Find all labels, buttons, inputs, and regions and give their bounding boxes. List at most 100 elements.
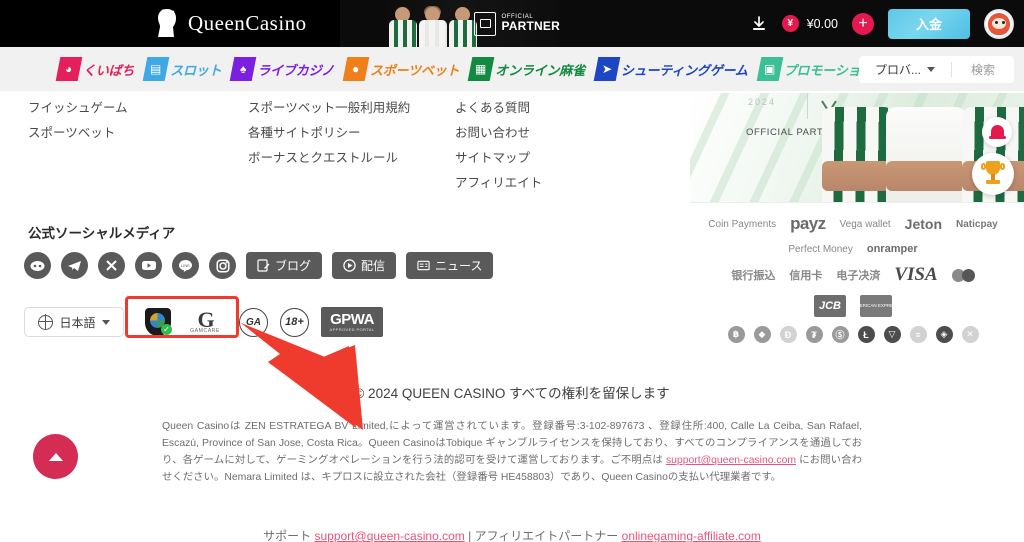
promo-date: 2024 — [748, 97, 777, 107]
support-line: サポート support@queen-casino.com | アフィリエイトパ… — [0, 527, 1024, 542]
kuibachi-icon: ◕ — [55, 57, 83, 81]
age-18-plus-icon[interactable]: 18+ — [280, 307, 309, 337]
support-email-link[interactable]: support@queen-casino.com — [314, 529, 464, 542]
nav-search-group: プロバ... 検索 — [859, 56, 1014, 83]
payment-methods: Coin Payments payz Vega wallet Jeton Nat… — [688, 214, 1018, 343]
player-1 — [389, 6, 417, 47]
credit-card-logo: 信用卡 — [789, 270, 823, 282]
language-and-certs-row: 日本語 ✓ G GAMCARE GA 18+ GPWA APPROVED POR… — [24, 302, 392, 342]
search-input[interactable]: 検索 — [952, 61, 1014, 78]
visa-logo: VISA — [894, 264, 938, 285]
telegram-icon[interactable] — [61, 252, 88, 279]
news-button-label: ニュース — [435, 259, 483, 273]
slot-machine-icon: ▤ — [142, 57, 170, 81]
news-button[interactable]: ニュース — [406, 252, 494, 279]
add-funds-button[interactable]: + — [852, 12, 874, 35]
page-root: QueenCasino OFFICIAL PARTNER ¥ ¥0.00 + 入… — [0, 0, 1024, 542]
blog-button[interactable]: ブログ — [246, 252, 323, 279]
balance-display[interactable]: ¥ ¥0.00 — [781, 15, 838, 32]
nav-item-shooting-game[interactable]: ➤ シューティングゲーム — [593, 57, 748, 81]
nav-label: スロット — [170, 62, 222, 78]
footer-link[interactable]: サイトマップ — [455, 146, 542, 171]
nav-item-online-mahjong[interactable]: ▦ オンライン麻雀 — [467, 57, 585, 81]
download-icon[interactable] — [750, 15, 768, 33]
gaming-curacao-shield-icon[interactable]: ✓ — [145, 308, 172, 336]
footer-link[interactable]: アフィリエイト — [455, 171, 542, 196]
ripple-icon: ✕ — [961, 326, 979, 343]
footer-link[interactable]: 各種サイトポリシー — [248, 121, 410, 146]
jeton-logo: Jeton — [904, 216, 943, 232]
nav-label: ライブカジノ — [257, 62, 334, 78]
footer-column-1: フイッシュゲーム スポーツベット — [28, 96, 128, 146]
player-3 — [449, 6, 477, 47]
payz-logo: payz — [790, 214, 826, 233]
logo-wordmark: QueenCasino — [188, 11, 307, 36]
nav-label: シューティングゲーム — [620, 62, 748, 78]
provider-select[interactable]: プロバ... — [859, 61, 951, 78]
x-twitter-icon[interactable] — [98, 252, 125, 279]
partner-partner-label: PARTNER — [501, 19, 560, 34]
bitcoin-icon: ฿ — [727, 326, 745, 343]
borussia-crest: OFFICIAL PARTNER — [474, 11, 560, 36]
broadcast-icon — [343, 259, 356, 272]
gambling-therapy-icon[interactable]: GA — [239, 307, 268, 337]
header-actions: ¥ ¥0.00 + 入金 — [750, 0, 1014, 47]
dogecoin-icon: Ð — [779, 326, 797, 343]
social-icons-row: LINE ブログ 配信 ニュース — [24, 252, 494, 279]
bank-transfer-logo: 银行振込 — [731, 270, 776, 282]
payment-row-1: Coin Payments payz Vega wallet Jeton Nat… — [688, 214, 1018, 234]
nav-item-slots[interactable]: ▤ スロット — [142, 57, 222, 81]
broadcast-button[interactable]: 配信 — [332, 252, 397, 279]
ethereum-icon: ◆ — [753, 326, 771, 343]
gpwa-badge-icon[interactable]: GPWA APPROVED PORTAL — [321, 307, 383, 337]
affiliate-link[interactable]: onlinegaming-affiliate.com — [622, 529, 761, 542]
trophy-button[interactable] — [972, 153, 1014, 195]
support-separator: | アフィリエイトパートナー — [464, 529, 622, 542]
onramper-logo: onramper — [866, 243, 918, 255]
legal-support-email-link[interactable]: support@queen-casino.com — [666, 455, 796, 466]
soccer-ball-icon: ● — [342, 57, 370, 81]
player-2 — [419, 6, 447, 47]
bell-icon — [988, 125, 1006, 139]
gamcare-text: GAMCARE — [190, 327, 220, 334]
footer-link[interactable]: スポーツベット一般利用規約 — [248, 96, 410, 121]
club-crest-icon — [474, 11, 497, 36]
youtube-icon[interactable] — [135, 252, 162, 279]
line-icon[interactable]: LINE — [172, 252, 199, 279]
site-logo[interactable]: QueenCasino — [154, 8, 307, 38]
avatar[interactable] — [984, 8, 1014, 39]
promo-banner[interactable]: 2024 OFFICIAL PARTNER — [690, 93, 1024, 203]
notification-bell-button[interactable] — [982, 117, 1012, 147]
footer-link[interactable]: よくある質問 — [455, 96, 542, 121]
news-icon — [417, 260, 430, 271]
instagram-icon[interactable] — [209, 252, 236, 279]
footer-link[interactable]: ボーナスとクエストルール — [248, 146, 410, 171]
trophy-icon — [981, 161, 1005, 187]
blog-button-label: ブログ — [275, 259, 312, 273]
nav-item-sports-bet[interactable]: ● スポーツベット — [342, 57, 460, 81]
social-section-title: 公式ソーシャルメディア — [28, 226, 176, 241]
nav-label: スポーツベット — [369, 62, 460, 78]
globe-icon — [38, 314, 54, 330]
gamcare-logo-icon[interactable]: G GAMCARE — [183, 308, 227, 334]
scroll-to-top-icon — [48, 452, 63, 461]
footer-column-3: よくある質問 お問い合わせ サイトマップ アフィリエイト — [455, 96, 542, 196]
footer-link-columns: フイッシュゲーム スポーツベット スポーツベット一般利用規約 各種サイトポリシー… — [0, 96, 690, 200]
footer-link[interactable]: スポーツベット — [28, 121, 128, 146]
spade-icon: ♠ — [230, 57, 257, 81]
svg-text:LINE: LINE — [181, 263, 190, 268]
payment-row-3: 银行振込 信用卡 电子决済 VISA — [688, 264, 1018, 286]
deposit-button[interactable]: 入金 — [888, 8, 970, 39]
official-partner-banner: OFFICIAL PARTNER — [385, 0, 560, 47]
vega-wallet-logo: Vega wallet — [839, 218, 891, 230]
discord-icon[interactable] — [24, 252, 51, 279]
nav-item-kuibachi[interactable]: ◕ くいばち — [55, 57, 134, 81]
blog-icon — [257, 259, 270, 272]
scroll-to-top-button[interactable] — [33, 434, 78, 479]
footer-link[interactable]: お問い合わせ — [455, 121, 542, 146]
nav-item-promotion[interactable]: ▣ プロモーション — [756, 57, 873, 81]
footer-link[interactable]: フイッシュゲーム — [28, 96, 128, 121]
nav-item-live-casino[interactable]: ♠ ライブカジノ — [230, 57, 334, 81]
language-selector[interactable]: 日本語 — [24, 307, 124, 337]
litecoin-icon: Ł — [857, 326, 875, 343]
